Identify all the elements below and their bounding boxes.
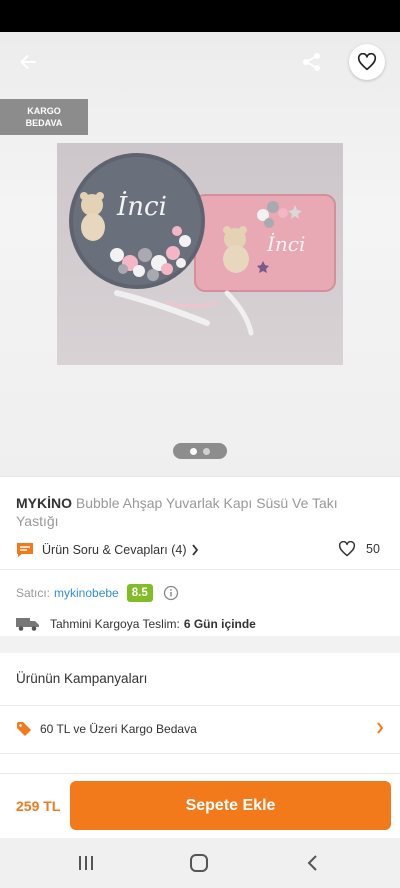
arrow-left-icon: [20, 55, 36, 69]
heart-outline-icon: [338, 541, 356, 557]
favorite-button[interactable]: [349, 44, 385, 80]
badge-line-2: BEDAVA: [25, 118, 63, 128]
home-button[interactable]: [185, 850, 213, 876]
delivery-label: Tahmini Kargoya Teslim:: [50, 617, 180, 631]
delivery-value: 6 Gün içinde: [183, 617, 256, 631]
system-back-button[interactable]: [298, 850, 326, 876]
system-nav-bar: [0, 838, 400, 888]
product-gallery[interactable]: KARGO BEDAVA İnci İnci: [0, 32, 400, 476]
chat-icon: [17, 543, 33, 557]
info-icon[interactable]: [163, 585, 179, 601]
chevron-left-icon: [307, 855, 317, 871]
like-count: 50: [366, 542, 380, 556]
recent-apps-icon: [79, 856, 93, 870]
campaign-item[interactable]: 60 TL ve Üzeri Kargo Bedava: [16, 719, 384, 739]
campaigns-title: Ürünün Kampanyaları: [16, 671, 148, 686]
heart-outline-icon: [357, 53, 377, 71]
seller-label: Satıcı:: [16, 586, 51, 600]
home-icon: [190, 854, 208, 872]
divider: [0, 753, 400, 754]
tag-icon: [17, 722, 31, 736]
svg-text:İnci: İnci: [266, 232, 305, 256]
campaign-label: 60 TL ve Üzeri Kargo Bedava: [40, 722, 197, 736]
qa-label: Ürün Soru & Cevapları (4): [42, 543, 187, 557]
back-button[interactable]: [10, 46, 46, 78]
product-brand[interactable]: MYKİNO: [16, 495, 72, 511]
qa-link[interactable]: Ürün Soru & Cevapları (4): [16, 541, 380, 559]
purchase-bar: 259 TL Sepete Ekle: [0, 773, 400, 838]
svg-text:İnci: İnci: [116, 191, 167, 222]
pager-dot: [203, 447, 210, 455]
share-button[interactable]: [294, 46, 330, 78]
add-to-cart-button[interactable]: Sepete Ekle: [70, 781, 391, 830]
divider: [0, 569, 400, 570]
seller-row: Satıcı: mykinobebe 8.5: [16, 583, 179, 603]
product-price: 259 TL: [16, 798, 61, 814]
pager-dot-active: [190, 447, 197, 455]
chevron-right-icon: [376, 721, 384, 739]
campaigns-section: Ürünün Kampanyaları 60 TL ve Üzeri Kargo…: [0, 653, 400, 773]
product-illustration: İnci İnci: [57, 143, 343, 365]
product-photo[interactable]: İnci İnci: [57, 143, 343, 365]
top-bar: [0, 32, 400, 92]
product-title: MYKİNO Bubble Ahşap Yuvarlak Kapı Süsü V…: [16, 494, 376, 530]
like-button[interactable]: 50: [338, 541, 380, 557]
seller-rating-badge: 8.5: [126, 584, 153, 602]
recent-apps-button[interactable]: [72, 850, 100, 876]
delivery-row: Tahmini Kargoya Teslim: 6 Gün içinde: [16, 615, 256, 633]
truck-icon: [16, 618, 39, 631]
divider: [0, 705, 400, 706]
free-shipping-badge: KARGO BEDAVA: [0, 99, 88, 135]
product-info: MYKİNO Bubble Ahşap Yuvarlak Kapı Süsü V…: [0, 476, 400, 636]
seller-link[interactable]: mykinobebe: [54, 586, 119, 600]
badge-line-1: KARGO: [27, 106, 61, 116]
gallery-pager[interactable]: [173, 443, 227, 459]
status-bar: [0, 0, 400, 32]
chevron-right-icon: [191, 544, 199, 556]
share-icon: [303, 53, 320, 71]
